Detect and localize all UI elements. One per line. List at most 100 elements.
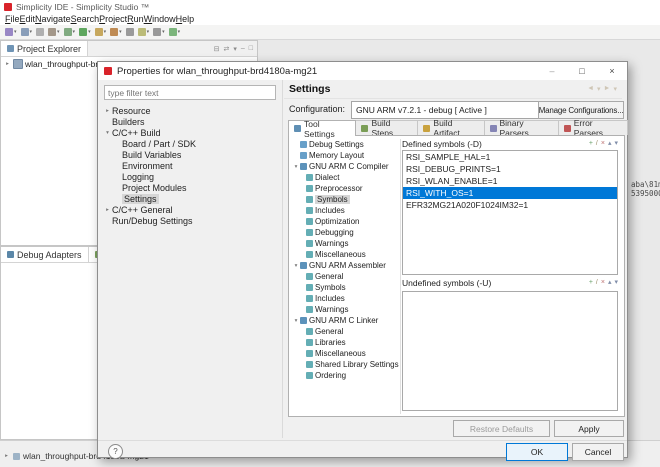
symbol-entry[interactable]: RSI_WLAN_ENABLE=1 (403, 175, 617, 187)
defined-symbols-list[interactable]: RSI_SAMPLE_HAL=1RSI_DEBUG_PRINTS=1RSI_WL… (402, 150, 618, 275)
nav-tree-item[interactable]: Project Modules (101, 182, 279, 193)
nav-tree-item[interactable]: Settings (101, 193, 279, 204)
tool-tree-item[interactable]: ▾ GNU ARM C Compiler (290, 161, 400, 172)
tool-tree-item[interactable]: General (290, 326, 400, 337)
nav-tree-item[interactable]: Board / Part / SDK (101, 138, 279, 149)
expander-icon[interactable]: ▾ (103, 130, 112, 136)
expander-icon[interactable]: ▾ (292, 263, 300, 269)
apply-button[interactable]: Apply (554, 420, 624, 437)
settings-tab[interactable]: Build Steps (355, 120, 418, 135)
dropdown-caret-icon[interactable]: ▾ (88, 30, 91, 35)
settings-tab[interactable]: Tool Settings (288, 120, 356, 136)
edit-icon[interactable]: / (596, 279, 598, 287)
dropdown-caret-icon[interactable]: ▾ (178, 30, 181, 35)
menu-item[interactable]: File (5, 14, 20, 24)
dropdown-caret-icon[interactable]: ▾ (30, 30, 33, 35)
forward-menu-icon[interactable]: ▾ (613, 85, 617, 93)
menu-item[interactable]: Edit (20, 14, 36, 24)
tool-tree-item[interactable]: Shared Library Settings (290, 359, 400, 370)
new-wizard-icon[interactable]: ▾ (5, 28, 17, 36)
tool-tree-item[interactable]: Includes (290, 293, 400, 304)
close-icon[interactable]: × (597, 62, 627, 80)
nav-tree-item[interactable]: ▸ Resource (101, 105, 279, 116)
tool-tree-item[interactable]: ▾ GNU ARM Assembler (290, 260, 400, 271)
delete-icon[interactable]: × (601, 140, 605, 148)
symbol-entry[interactable]: RSI_SAMPLE_HAL=1 (403, 151, 617, 163)
nav-tree-item[interactable]: ▸ C/C++ General (101, 204, 279, 215)
tool-tree-item[interactable]: Warnings (290, 238, 400, 249)
menu-item[interactable]: Project (99, 14, 127, 24)
move-down-icon[interactable]: ▾ (614, 140, 618, 148)
save-icon[interactable]: ▾ (21, 28, 33, 36)
build-icon[interactable]: ▾ (48, 28, 60, 36)
add-icon[interactable]: + (589, 140, 593, 148)
menu-item[interactable]: Help (176, 14, 195, 24)
tool-tree-item[interactable]: ▾ GNU ARM C Linker (290, 315, 400, 326)
symbol-entry[interactable]: RSI_WITH_OS=1 (403, 187, 617, 199)
settings-tab[interactable]: Error Parsers (558, 120, 628, 135)
expander-icon[interactable]: ▾ (292, 318, 300, 324)
nav-tree-item[interactable]: Logging (101, 171, 279, 182)
minimize-icon[interactable]: – (241, 45, 245, 52)
undefined-symbols-list[interactable] (402, 291, 618, 411)
move-down-icon[interactable]: ▾ (614, 279, 618, 287)
settings-tab[interactable]: Build Artifact (417, 120, 484, 135)
tool-tree-item[interactable]: Ordering (290, 370, 400, 381)
symbol-entry[interactable]: RSI_DEBUG_PRINTS=1 (403, 163, 617, 175)
filter-input[interactable] (104, 85, 276, 100)
bottom-panel-tab[interactable]: Debug Adapters (1, 247, 89, 262)
ok-button[interactable]: OK (506, 443, 568, 461)
add-icon[interactable]: + (589, 279, 593, 287)
flash-programmer-icon[interactable]: ▾ (95, 28, 107, 36)
collapse-all-icon[interactable]: ⊟ (214, 45, 220, 53)
nav-tree-item[interactable]: Builders (101, 116, 279, 127)
tool-tree-item[interactable]: General (290, 271, 400, 282)
nav-tree-item[interactable]: Build Variables (101, 149, 279, 160)
move-up-icon[interactable]: ▴ (608, 279, 612, 287)
restore-defaults-button[interactable]: Restore Defaults (453, 420, 550, 437)
dropdown-caret-icon[interactable]: ▾ (104, 30, 107, 35)
expander-icon[interactable]: ▸ (4, 61, 11, 67)
menu-item[interactable]: Run (127, 14, 144, 24)
back-menu-icon[interactable]: ▾ (597, 85, 601, 93)
menu-item[interactable]: Window (144, 14, 176, 24)
copy-icon[interactable] (36, 28, 44, 36)
dropdown-caret-icon[interactable]: ▾ (57, 30, 60, 35)
tool-tree-item[interactable]: Debug Settings (290, 139, 400, 150)
expander-icon[interactable]: ▸ (103, 207, 112, 213)
dropdown-caret-icon[interactable]: ▾ (162, 30, 165, 35)
forward-icon[interactable]: ► (604, 85, 611, 93)
help-button[interactable]: ? (108, 444, 123, 459)
tool-tree-item[interactable]: Symbols (290, 282, 400, 293)
dropdown-caret-icon[interactable]: ▾ (119, 30, 122, 35)
tool-tree-item[interactable]: Preprocessor (290, 183, 400, 194)
next-icon[interactable]: ▾ (169, 28, 181, 36)
tool-tree-item[interactable]: Miscellaneous (290, 249, 400, 260)
annotation-icon[interactable]: ▾ (138, 28, 150, 36)
debug-icon[interactable]: ▾ (64, 28, 76, 36)
tool-tree-item[interactable]: Dialect (290, 172, 400, 183)
view-menu-icon[interactable]: ▾ (233, 45, 237, 53)
edit-icon[interactable]: / (596, 140, 598, 148)
search-icon[interactable] (126, 28, 134, 36)
tab-project-explorer[interactable]: Project Explorer (1, 41, 88, 56)
tool-tree-item[interactable]: Symbols (290, 194, 400, 205)
symbol-entry[interactable]: EFR32MG21A020F1024IM32=1 (403, 199, 617, 211)
tool-tree-item[interactable]: Optimization (290, 216, 400, 227)
minimize-icon[interactable]: – (537, 62, 567, 80)
previous-icon[interactable]: ▾ (153, 28, 165, 36)
nav-tree-item[interactable]: ▾ C/C++ Build (101, 127, 279, 138)
cancel-button[interactable]: Cancel (572, 443, 624, 461)
expander-icon[interactable]: ▸ (103, 108, 112, 114)
menu-item[interactable]: Search (71, 14, 100, 24)
manage-configurations-button[interactable]: Manage Configurations... (538, 101, 624, 119)
configuration-dropdown[interactable]: GNU ARM v7.2.1 - debug [ Active ] ▾ (351, 101, 551, 119)
maximize-icon[interactable]: □ (567, 62, 597, 80)
tool-tree-item[interactable]: Debugging (290, 227, 400, 238)
nav-tree-item[interactable]: Run/Debug Settings (101, 215, 279, 226)
tool-tree-item[interactable]: Includes (290, 205, 400, 216)
tool-tree-item[interactable]: Memory Layout (290, 150, 400, 161)
back-icon[interactable]: ◄ (587, 85, 594, 93)
dropdown-caret-icon[interactable]: ▾ (73, 30, 76, 35)
profiler-icon[interactable]: ▾ (110, 28, 122, 36)
